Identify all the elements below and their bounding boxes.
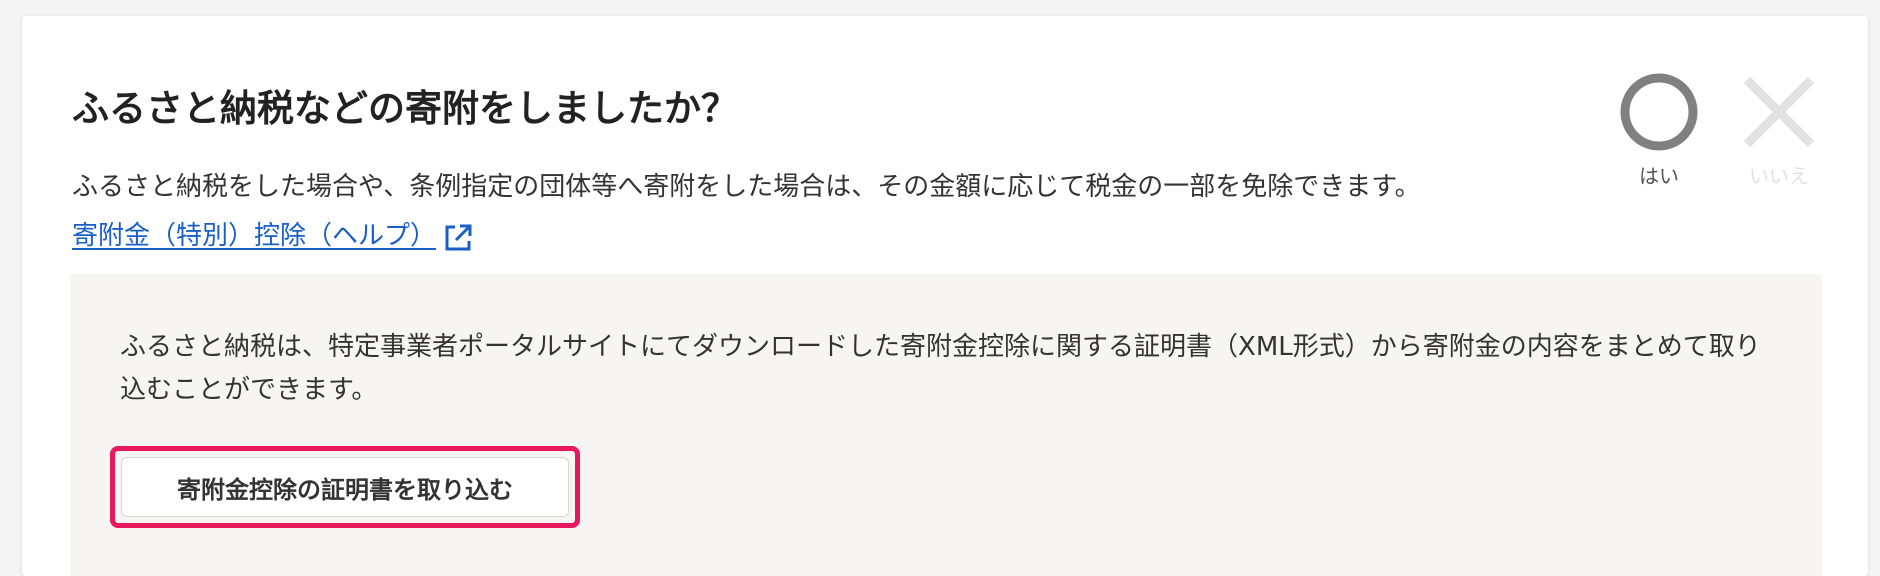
import-certificate-button[interactable]: 寄附金控除の証明書を取り込む <box>121 457 569 517</box>
question-description: ふるさと納税をした場合や、条例指定の団体等へ寄附をした場合は、その金額に応じて税… <box>72 172 1421 202</box>
answer-no-button[interactable]: いいえ <box>1734 72 1824 189</box>
answer-group: はい いいえ <box>1614 72 1824 189</box>
help-link-label: 寄附金（特別）控除（ヘルプ） <box>72 220 437 251</box>
external-link-icon <box>442 222 474 254</box>
answer-no-label: いいえ <box>1749 164 1809 188</box>
cross-icon <box>1743 76 1815 148</box>
help-link[interactable]: 寄附金（特別）控除（ヘルプ） <box>72 212 474 254</box>
circle-icon <box>1620 73 1698 151</box>
answer-yes-label: はい <box>1639 164 1679 188</box>
import-button-highlight: 寄附金控除の証明書を取り込む <box>110 446 580 528</box>
question-card: ふるさと納税などの寄附をしましたか？ ふるさと納税をした場合や、条例指定の団体等… <box>22 16 1868 576</box>
question-title: ふるさと納税などの寄附をしましたか？ <box>72 87 738 130</box>
info-box: ふるさと納税は、特定事業者ポータルサイトにてダウンロードした寄附金控除に関する証… <box>70 274 1822 576</box>
info-text: ふるさと納税は、特定事業者ポータルサイトにてダウンロードした寄附金控除に関する証… <box>120 332 1761 405</box>
answer-yes-button[interactable]: はい <box>1614 72 1704 189</box>
